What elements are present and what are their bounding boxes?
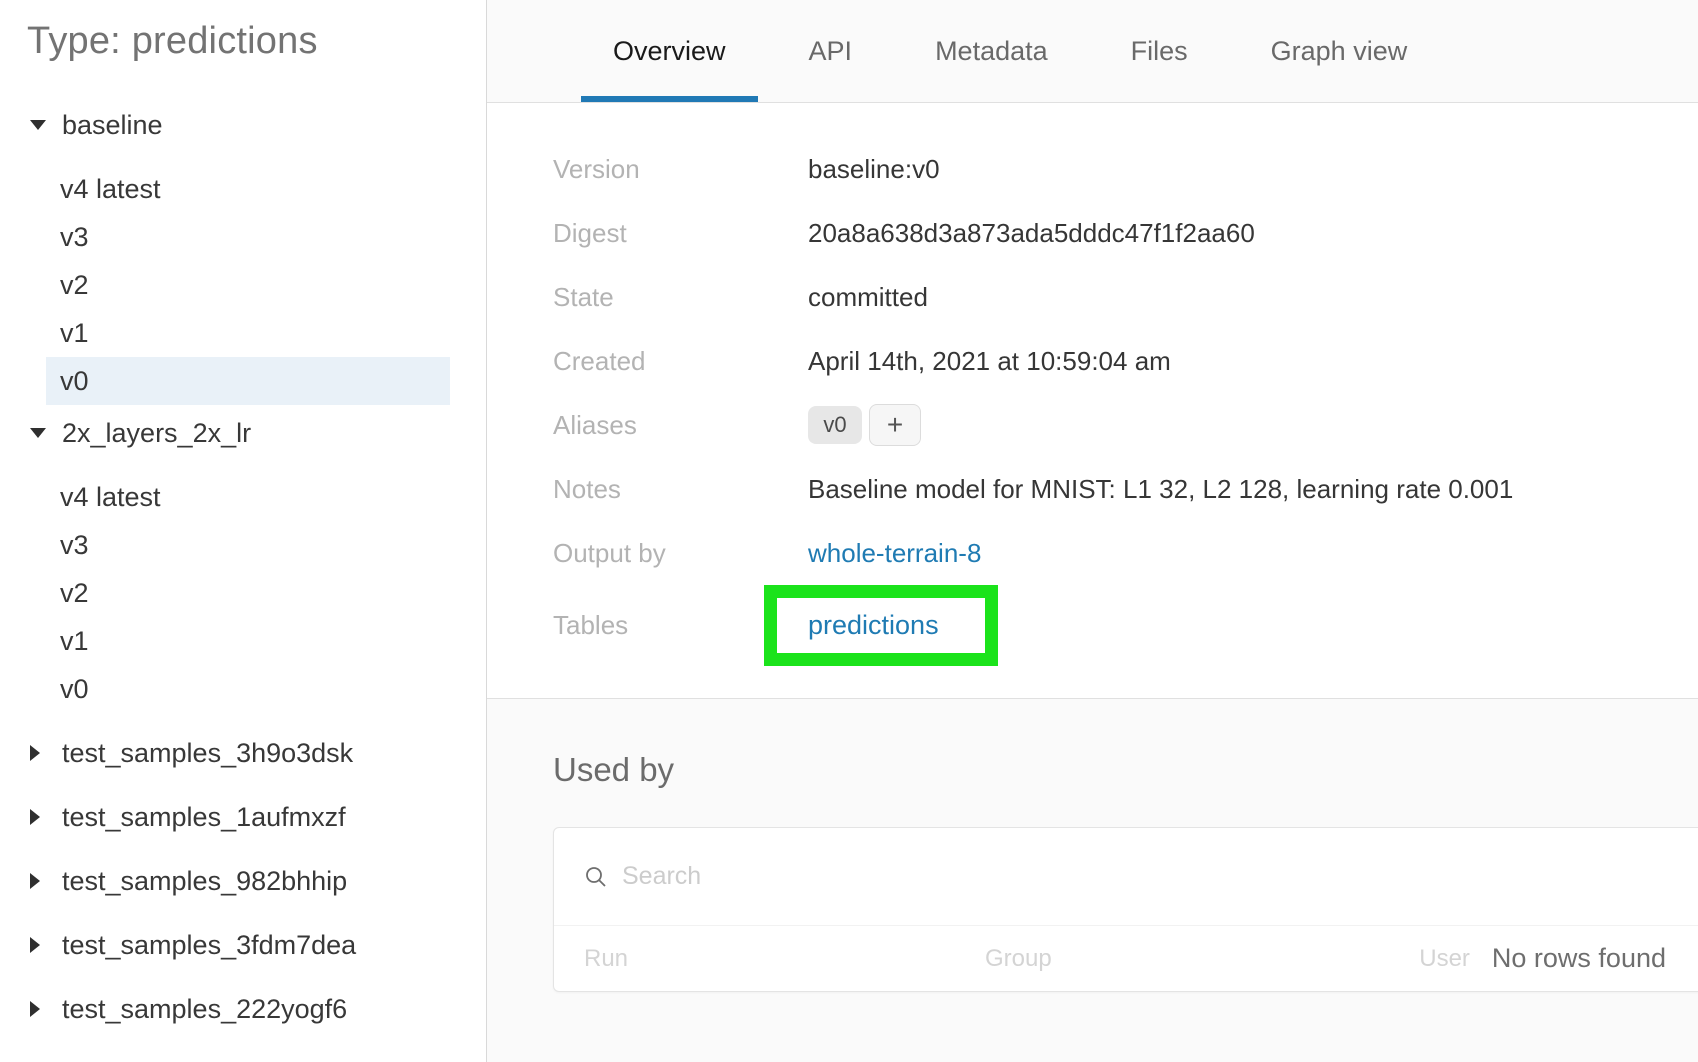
tree-group-test-samples-3h9o3dsk[interactable]: test_samples_3h9o3dsk bbox=[0, 729, 486, 777]
tree-item-version[interactable]: v4 latest bbox=[46, 473, 450, 521]
overview-panel: Version baseline:v0 Digest 20a8a638d3a87… bbox=[487, 103, 1698, 699]
tree-group-label: 2x_layers_2x_lr bbox=[62, 417, 252, 448]
tree-item-version[interactable]: v4 latest bbox=[46, 165, 450, 213]
add-alias-button[interactable]: + bbox=[869, 404, 921, 446]
tree-group-2x-layers-children: v4 latest v3 v2 v1 v0 bbox=[0, 473, 486, 713]
caret-down-icon bbox=[30, 428, 46, 438]
caret-right-icon bbox=[30, 873, 40, 889]
used-by-table-card: Run Group User No rows found bbox=[553, 827, 1698, 992]
state-value: committed bbox=[808, 281, 928, 312]
tree-item-version[interactable]: v2 bbox=[46, 569, 450, 617]
search-row bbox=[554, 828, 1698, 925]
tree-group-2x-layers-2x-lr[interactable]: 2x_layers_2x_lr bbox=[0, 409, 486, 457]
caret-right-icon bbox=[30, 1001, 40, 1017]
tree-group-test-samples-1aufmxzf[interactable]: test_samples_1aufmxzf bbox=[0, 793, 486, 841]
sidebar-title: Type: predictions bbox=[27, 20, 318, 62]
tree-item-version[interactable]: v1 bbox=[46, 617, 450, 665]
tree-group-baseline-children: v4 latest v3 v2 v1 v0 bbox=[0, 165, 486, 405]
field-row-created: Created April 14th, 2021 at 10:59:04 am bbox=[553, 329, 1658, 393]
used-by-section: Used by Run Group User No rows found bbox=[487, 699, 1698, 1062]
artifact-tree: baseline v4 latest v3 v2 v1 v0 2x_layers… bbox=[0, 101, 486, 1033]
field-label: Version bbox=[553, 153, 640, 184]
created-value: April 14th, 2021 at 10:59:04 am bbox=[808, 345, 1171, 376]
field-label: Notes bbox=[553, 473, 621, 504]
column-header-run: Run bbox=[584, 944, 629, 972]
field-row-state: State committed bbox=[553, 265, 1658, 329]
tree-group-label: test_samples_3h9o3dsk bbox=[62, 737, 354, 768]
tree-group-label: test_samples_982bhhip bbox=[62, 865, 348, 896]
tree-item-version[interactable]: v3 bbox=[46, 213, 450, 261]
artifact-browser: Type: predictions baseline v4 latest v3 … bbox=[0, 0, 1698, 1062]
used-by-title: Used by bbox=[553, 751, 675, 788]
tree-group-test-samples-222yogf6[interactable]: test_samples_222yogf6 bbox=[0, 985, 486, 1033]
search-icon bbox=[586, 866, 606, 887]
annotation-highlight-box: predictions bbox=[764, 585, 998, 666]
tree-group-test-samples-3fdm7dea[interactable]: test_samples_3fdm7dea bbox=[0, 921, 486, 969]
table-header-row: Run Group User No rows found bbox=[554, 925, 1698, 991]
field-label: State bbox=[553, 281, 614, 312]
field-label: Output by bbox=[553, 537, 666, 568]
artifact-detail-panel: Overview API Metadata Files Graph view V… bbox=[487, 0, 1698, 1062]
digest-value: 20a8a638d3a873ada5dddc47f1f2aa60 bbox=[808, 217, 1255, 248]
alias-badges: v0 + bbox=[808, 404, 1658, 446]
column-header-group: Group bbox=[985, 944, 1052, 972]
tab-api[interactable]: API bbox=[777, 0, 885, 102]
tree-item-version-selected[interactable]: v0 bbox=[46, 357, 450, 405]
notes-value: Baseline model for MNIST: L1 32, L2 128,… bbox=[808, 473, 1514, 504]
field-row-output-by: Output by whole-terrain-8 bbox=[553, 521, 1658, 585]
tree-item-version[interactable]: v2 bbox=[46, 261, 450, 309]
tab-overview[interactable]: Overview bbox=[581, 0, 758, 102]
caret-right-icon bbox=[30, 745, 40, 761]
tree-item-version[interactable]: v3 bbox=[46, 521, 450, 569]
tree-group-baseline[interactable]: baseline bbox=[0, 101, 486, 149]
alias-badge-v0[interactable]: v0 bbox=[808, 406, 862, 444]
tree-group-label: baseline bbox=[62, 109, 163, 140]
tab-graph-view[interactable]: Graph view bbox=[1239, 0, 1440, 102]
tab-bar: Overview API Metadata Files Graph view bbox=[487, 0, 1698, 103]
tree-group-test-samples-982bhhip[interactable]: test_samples_982bhhip bbox=[0, 857, 486, 905]
caret-right-icon bbox=[30, 809, 40, 825]
field-label: Created bbox=[553, 345, 646, 376]
tree-item-version[interactable]: v1 bbox=[46, 309, 450, 357]
tree-item-version[interactable]: v0 bbox=[46, 665, 450, 713]
field-row-tables: Tables predictions bbox=[553, 585, 1658, 666]
field-row-digest: Digest 20a8a638d3a873ada5dddc47f1f2aa60 bbox=[553, 201, 1658, 265]
tables-predictions-link[interactable]: predictions bbox=[808, 610, 939, 640]
tab-files[interactable]: Files bbox=[1099, 0, 1220, 102]
column-header-user: User bbox=[1419, 944, 1470, 972]
field-row-aliases: Aliases v0 + bbox=[553, 393, 1658, 457]
tab-metadata[interactable]: Metadata bbox=[903, 0, 1080, 102]
field-label: Digest bbox=[553, 217, 627, 248]
search-input[interactable] bbox=[622, 862, 1122, 891]
artifact-type-sidebar: Type: predictions baseline v4 latest v3 … bbox=[0, 0, 487, 1062]
tree-group-label: test_samples_1aufmxzf bbox=[62, 801, 346, 832]
output-by-run-link[interactable]: whole-terrain-8 bbox=[808, 538, 981, 568]
field-label: Aliases bbox=[553, 409, 637, 440]
field-row-version: Version baseline:v0 bbox=[553, 137, 1658, 201]
caret-right-icon bbox=[30, 937, 40, 953]
version-value: baseline:v0 bbox=[808, 153, 940, 184]
tree-group-label: test_samples_3fdm7dea bbox=[62, 929, 357, 960]
field-row-notes: Notes Baseline model for MNIST: L1 32, L… bbox=[553, 457, 1658, 521]
empty-rows-message: No rows found bbox=[1491, 943, 1666, 973]
tree-group-label: test_samples_222yogf6 bbox=[62, 993, 348, 1024]
caret-down-icon bbox=[30, 120, 46, 130]
